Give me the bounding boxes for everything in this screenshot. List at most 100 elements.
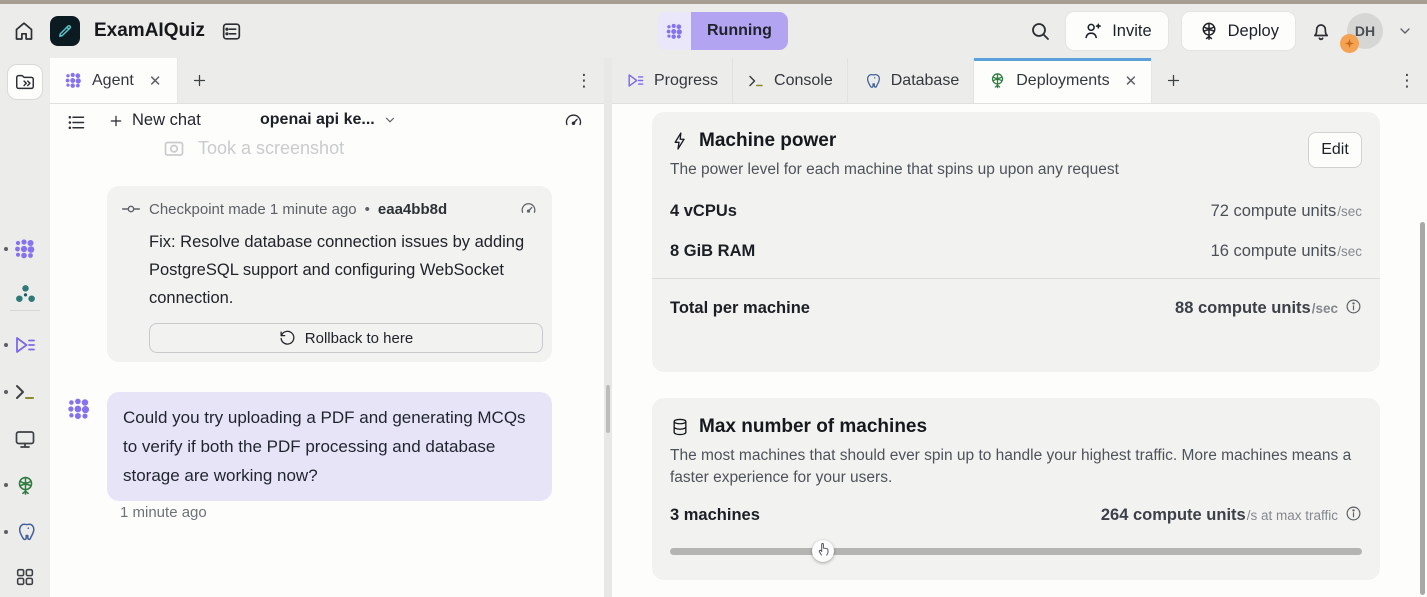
message-timestamp: 1 minute ago (120, 504, 207, 521)
max-machines-slider[interactable] (670, 540, 1362, 562)
tab-label: Progress (654, 72, 718, 90)
status-label: Running (691, 12, 788, 50)
chat-selector-label: openai api ke... (260, 111, 375, 129)
app-title: ExamAIQuiz (94, 20, 205, 42)
cursor-hand-icon (816, 541, 831, 557)
card-title: Machine power (699, 130, 836, 152)
edit-button[interactable]: Edit (1308, 132, 1362, 168)
rollback-label: Rollback to here (305, 330, 413, 347)
tab-progress[interactable]: Progress (612, 58, 733, 103)
right-panel-scrollbar[interactable] (1420, 222, 1425, 595)
info-icon[interactable] (1345, 298, 1362, 315)
new-tab-button[interactable] (1152, 58, 1194, 103)
spec-row-ram: 8 GiB RAM 16 compute units /sec (670, 242, 1362, 261)
sidebar-item-console[interactable] (11, 378, 39, 406)
card-divider (652, 278, 1380, 279)
slider-track[interactable] (670, 548, 1362, 555)
spec-label: 8 GiB RAM (670, 242, 755, 261)
tab-console[interactable]: Console (733, 58, 848, 103)
tab-label: Database (891, 72, 960, 90)
camera-icon (162, 136, 186, 160)
account-chevron-down-icon[interactable] (1397, 23, 1413, 39)
chat-body: New chat openai api ke... Took a screens… (50, 104, 604, 597)
chat-selector[interactable]: openai api ke... (260, 111, 397, 129)
spec-label: 4 vCPUs (670, 202, 737, 221)
sidebar-item-assistant[interactable] (11, 280, 39, 308)
sidebar-item-agent[interactable] (11, 235, 39, 263)
left-tabbar: Agent ✕ ⋮ (50, 58, 604, 104)
checkpoint-label: Checkpoint made 1 minute ago (149, 201, 357, 218)
panel-menu-icon[interactable]: ⋮ (570, 58, 598, 104)
max-machines-card: Max number of machines The most machines… (652, 398, 1380, 580)
console-indicator-dot (4, 390, 8, 394)
checkpoint-card: Checkpoint made 1 minute ago • eaa4bb8d … (107, 186, 552, 362)
deployments-panel: Progress Console Database Deployments ✕ … (612, 58, 1427, 597)
spec-unit: /sec (1337, 244, 1362, 259)
journal-icon[interactable] (219, 19, 244, 44)
avatar-spark-badge (1340, 34, 1359, 53)
new-chat-button[interactable]: New chat (108, 111, 201, 130)
sidebar-item-deployments[interactable] (11, 471, 39, 499)
postgres-icon (862, 71, 882, 91)
spec-unit: /sec (1337, 204, 1362, 219)
run-status-badge[interactable]: Running (657, 12, 788, 50)
usage-gauge-icon[interactable] (563, 111, 584, 132)
lightning-icon (670, 131, 690, 151)
screenshot-event: Took a screenshot (162, 136, 344, 160)
commit-icon (121, 199, 141, 219)
tab-agent[interactable]: Agent ✕ (50, 58, 178, 103)
app-header: ExamAIQuiz Running Invite Deploy (0, 4, 1427, 58)
new-tab-button[interactable] (178, 58, 220, 103)
invite-label: Invite (1112, 22, 1151, 41)
agent-indicator-dot (4, 247, 8, 251)
total-unit: /sec (1312, 301, 1338, 316)
checkpoint-message: Fix: Resolve database connection issues … (149, 228, 547, 312)
tab-database[interactable]: Database (848, 58, 975, 103)
sidebar-item-files[interactable] (7, 64, 43, 100)
usage-gauge-icon[interactable] (519, 200, 538, 219)
deploy-button[interactable]: Deploy (1182, 12, 1295, 50)
agent-message-bubble: Could you try uploading a PDF and genera… (107, 392, 552, 501)
progress-icon (626, 71, 645, 90)
machines-label: 3 machines (670, 506, 760, 525)
machines-value: 264 compute units (1101, 506, 1246, 525)
tab-label: Deployments (1016, 72, 1109, 90)
deployments-icon (988, 71, 1007, 90)
sidebar-item-all-tools[interactable] (11, 563, 39, 591)
card-description: The power level for each machine that sp… (670, 159, 1362, 181)
panel-menu-icon[interactable]: ⋮ (1393, 58, 1421, 104)
progress-indicator-dot (4, 343, 8, 347)
rollback-button[interactable]: Rollback to here (149, 323, 543, 353)
checkpoint-hash: eaa4bb8d (378, 201, 447, 218)
close-tab-icon[interactable]: ✕ (1125, 72, 1138, 90)
app-icon[interactable] (50, 16, 80, 46)
search-icon[interactable] (1028, 19, 1052, 43)
new-chat-label: New chat (132, 111, 201, 130)
account-menu[interactable]: DH (1347, 13, 1383, 49)
database-indicator-dot (4, 530, 8, 534)
spec-row-cpu: 4 vCPUs 72 compute units /sec (670, 202, 1362, 221)
agent-dots-icon (64, 71, 83, 90)
tab-label: Agent (92, 72, 134, 90)
sidebar-item-progress[interactable] (11, 331, 39, 359)
machines-unit: /s at max traffic (1247, 508, 1338, 523)
home-icon[interactable] (12, 19, 36, 43)
info-icon[interactable] (1345, 505, 1362, 522)
total-value: 88 compute units (1175, 299, 1311, 318)
tab-deployments[interactable]: Deployments ✕ (974, 58, 1152, 103)
chat-history-icon[interactable] (66, 112, 87, 133)
notifications-bell-icon[interactable] (1309, 19, 1333, 43)
sidebar-item-database[interactable] (11, 518, 39, 546)
deployments-body: Machine power Edit The power level for e… (612, 104, 1427, 597)
spec-value: 72 compute units (1211, 202, 1337, 221)
left-panel-scrollbar[interactable] (606, 385, 610, 433)
total-row: Total per machine 88 compute units /sec (670, 296, 1362, 318)
sidebar-item-webview[interactable] (11, 425, 39, 453)
close-tab-icon[interactable]: ✕ (149, 72, 162, 90)
screenshot-note: Took a screenshot (198, 138, 344, 159)
invite-button[interactable]: Invite (1066, 12, 1167, 50)
panel-splitter[interactable] (604, 58, 612, 597)
deployments-indicator-dot (4, 483, 8, 487)
spec-value: 16 compute units (1211, 242, 1337, 261)
agent-dots-icon (66, 396, 92, 422)
